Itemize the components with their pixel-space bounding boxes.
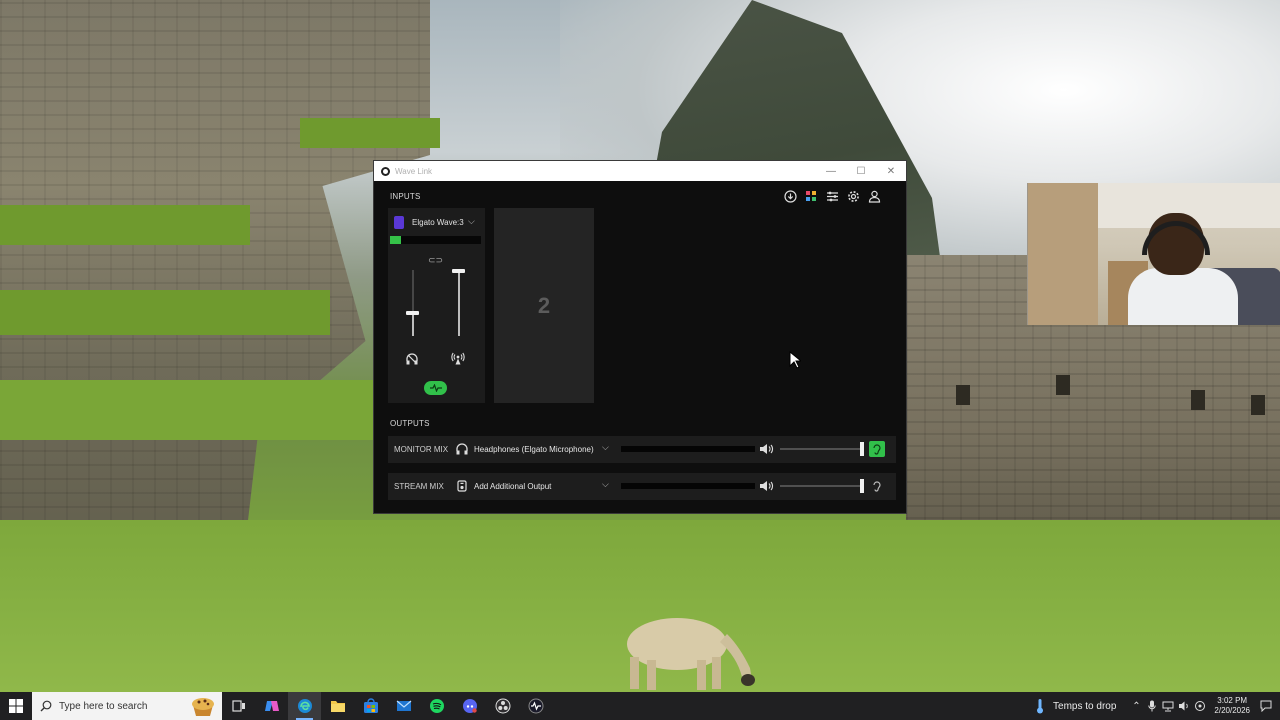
empty-input-slot[interactable]: 2 — [494, 208, 594, 403]
edge-icon[interactable] — [288, 692, 321, 720]
monitor-mix-headphones-icon[interactable] — [405, 352, 419, 366]
empty-slot-number: 2 — [537, 292, 551, 318]
microphone-icon — [394, 216, 404, 229]
weather-text: Temps to drop — [1053, 700, 1117, 712]
mix-name: STREAM MIX — [394, 482, 444, 491]
input-level-meter — [390, 236, 481, 244]
output-volume-knob[interactable] — [860, 442, 864, 456]
download-icon[interactable] — [783, 189, 798, 204]
discord-icon[interactable] — [453, 692, 486, 720]
camera-tray-icon[interactable] — [1192, 698, 1208, 714]
output-volume-knob[interactable] — [860, 479, 864, 493]
ear-icon — [873, 480, 881, 492]
account-icon[interactable] — [867, 189, 882, 204]
window-title: Wave Link — [395, 166, 433, 176]
weather-widget[interactable]: Temps to drop — [1035, 698, 1116, 714]
chevron-down-icon[interactable]: ⌵ — [602, 442, 609, 453]
window-titlebar[interactable]: Wave Link — ☐ ✕ — [374, 161, 906, 181]
mixer-icon[interactable] — [825, 189, 840, 204]
add-output-select[interactable]: Add Additional Output — [474, 482, 551, 491]
ear-icon — [873, 443, 881, 455]
start-button[interactable] — [0, 692, 32, 720]
speaker-volume-icon[interactable] — [759, 479, 774, 493]
wave-link-app-icon — [381, 166, 390, 176]
headphones-icon — [456, 443, 468, 455]
output-level-meter — [621, 483, 755, 489]
search-icon — [40, 700, 52, 712]
search-placeholder: Type here to search — [59, 700, 148, 712]
llama-image — [627, 618, 755, 690]
link-faders-icon[interactable]: ⊂⊃ — [428, 255, 443, 266]
speaker-volume-icon[interactable] — [759, 442, 774, 456]
task-view-icon[interactable] — [222, 692, 255, 720]
mouse-cursor-icon — [789, 351, 801, 369]
output-volume-slider[interactable] — [780, 448, 864, 450]
clock-date: 2/20/2026 — [1214, 706, 1250, 715]
wallpaper-terrace — [0, 380, 380, 440]
output-device-select[interactable]: Headphones (Elgato Microphone) — [474, 445, 594, 454]
show-hidden-icons-chevron-icon[interactable]: ⌃ — [1128, 698, 1144, 714]
wallpaper-terrace — [0, 290, 330, 335]
wave-link-icon[interactable] — [519, 692, 552, 720]
thermometer-icon — [1037, 699, 1044, 714]
monitor-fader-knob[interactable] — [406, 310, 419, 315]
file-explorer-icon[interactable] — [321, 692, 354, 720]
device-icon — [457, 480, 467, 492]
stream-mix-broadcast-icon[interactable] — [451, 351, 465, 365]
obs-icon[interactable] — [486, 692, 519, 720]
output-row-stream-mix: STREAM MIX Add Additional Output ⌵ — [388, 473, 896, 500]
copilot-icon[interactable] — [255, 692, 288, 720]
output-volume-slider[interactable] — [780, 485, 864, 487]
chevron-down-icon[interactable]: ⌵ — [468, 216, 475, 227]
input-channel-wave3: Elgato Wave:3 ⌵ ⊂⊃ — [388, 208, 485, 403]
spotify-icon[interactable] — [420, 692, 453, 720]
volume-icon[interactable] — [1176, 698, 1192, 714]
microphone-tray-icon[interactable] — [1144, 698, 1160, 714]
taskbar-search-box[interactable]: Type here to search — [32, 692, 222, 720]
taskbar: Type here to search Temps to drop ⌃ 3:02… — [0, 692, 1280, 720]
output-row-monitor-mix: MONITOR MIX Headphones (Elgato Microphon… — [388, 436, 896, 463]
search-highlight-muffin-icon — [192, 698, 214, 716]
stream-fader-knob[interactable] — [452, 269, 465, 274]
network-icon[interactable] — [1160, 698, 1176, 714]
inputs-section-label: INPUTS — [390, 192, 421, 201]
chevron-down-icon[interactable]: ⌵ — [602, 479, 609, 490]
notifications-icon[interactable] — [1258, 698, 1274, 714]
waveform-icon — [429, 384, 442, 392]
wallpaper-terrace — [300, 118, 440, 148]
microsoft-store-icon[interactable] — [354, 692, 387, 720]
effects-toggle-button[interactable] — [424, 381, 447, 395]
clock-time: 3:02 PM — [1217, 696, 1248, 705]
maximize-button[interactable]: ☐ — [846, 161, 876, 181]
system-tray: Temps to drop ⌃ 3:02 PM 2/20/2026 — [1035, 692, 1280, 720]
outputs-section-label: OUTPUTS — [390, 419, 430, 428]
toolbar — [783, 189, 882, 204]
apps-icon[interactable] — [804, 189, 819, 204]
output-level-meter — [621, 446, 755, 452]
webcam-overlay — [1027, 183, 1280, 325]
listen-toggle-button[interactable] — [869, 478, 885, 494]
wallpaper-terrace — [0, 205, 250, 245]
taskbar-clock[interactable]: 3:02 PM 2/20/2026 — [1214, 696, 1250, 716]
windows-logo-icon — [9, 699, 23, 713]
mix-name: MONITOR MIX — [394, 445, 449, 454]
mail-icon[interactable] — [387, 692, 420, 720]
close-button[interactable]: ✕ — [876, 161, 906, 181]
listen-toggle-button[interactable] — [869, 441, 885, 457]
wave-link-window: Wave Link — ☐ ✕ INPUTS Elgato Wave:3 ⌵ ⊂… — [373, 160, 907, 514]
input-device-name[interactable]: Elgato Wave:3 — [412, 218, 464, 227]
minimize-button[interactable]: — — [816, 161, 846, 181]
settings-gear-icon[interactable] — [846, 189, 861, 204]
